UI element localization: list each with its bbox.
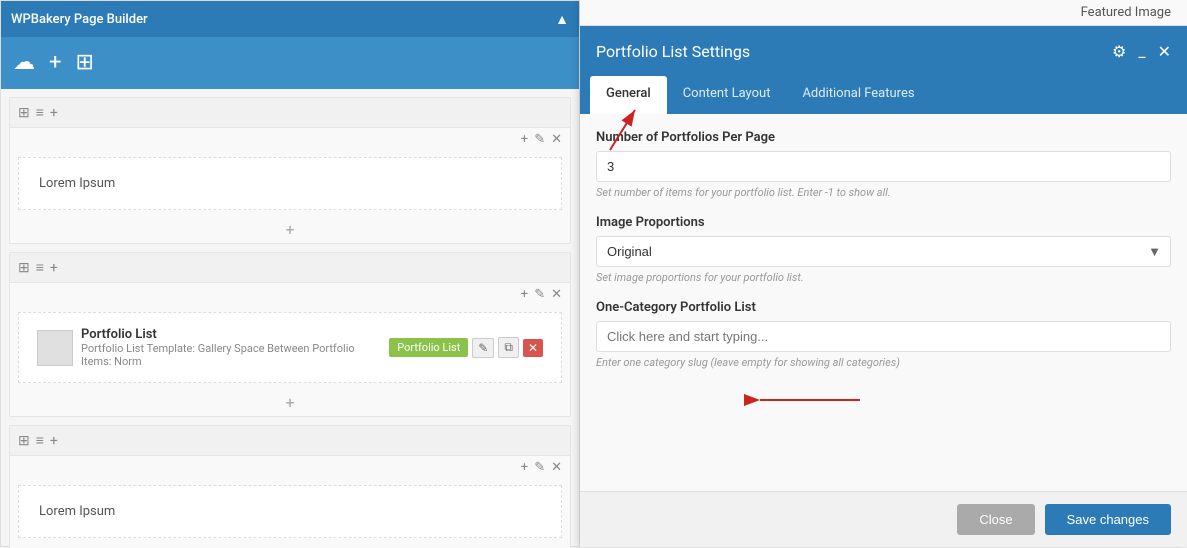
featured-image-label: Featured Image — [1081, 5, 1171, 20]
settings-title: Portfolio List Settings — [596, 42, 750, 61]
image-proportions-select[interactable]: Original Square 4:3 16:9 — [596, 236, 1171, 267]
row-3-add-btn[interactable]: + — [521, 460, 528, 475]
featured-image-area: Featured Image — [580, 0, 1187, 26]
row-add-icon[interactable]: + — [50, 105, 58, 121]
wpb-collapse-btn[interactable]: ▲ — [555, 11, 569, 28]
save-changes-button[interactable]: Save changes — [1045, 504, 1171, 535]
portfolio-badge-area: Portfolio List ✎ ⧉ ✕ — [389, 337, 543, 358]
portfolio-list-row: Portfolio List Portfolio List Template: … — [29, 321, 551, 374]
add-element-icon[interactable]: + — [49, 52, 61, 74]
close-button[interactable]: Close — [957, 504, 1034, 535]
settings-tabs: General Content Layout Additional Featur… — [580, 76, 1187, 114]
row-3-edit-btn[interactable]: ✎ — [534, 460, 545, 475]
tab-content-layout[interactable]: Content Layout — [667, 76, 787, 114]
row-2-column: Portfolio List Portfolio List Template: … — [18, 312, 562, 383]
wpb-content: ⊞ ≡ + + ✎ ✕ Lorem Ipsum + ⊞ ≡ + + — [1, 89, 579, 548]
settings-minimize-btn[interactable]: _ — [1138, 42, 1145, 61]
row-1-actions: + ✎ ✕ — [10, 128, 570, 151]
portfolio-badge: Portfolio List — [389, 338, 468, 357]
portfolio-info: Portfolio List Portfolio List Template: … — [81, 327, 381, 368]
field-group-one-category: One-Category Portfolio List Enter one ca… — [596, 300, 1171, 369]
tab-general[interactable]: General — [590, 76, 667, 114]
row3-menu-icon[interactable]: ≡ — [36, 432, 44, 449]
portfolio-edit-btn[interactable]: ✎ — [472, 338, 494, 358]
wpbakery-panel: WPBakery Page Builder ▲ ☁ + ⊞ ⊞ ≡ + + ✎ … — [0, 0, 580, 547]
settings-body: Number of Portfolios Per Page Set number… — [580, 114, 1187, 491]
settings-gear-icon[interactable]: ⚙ — [1112, 42, 1126, 61]
portfolios-per-page-label: Number of Portfolios Per Page — [596, 130, 1171, 145]
row3-add-icon[interactable]: + — [50, 433, 58, 449]
row-menu-icon[interactable]: ≡ — [36, 104, 44, 121]
row-3-add-bottom[interactable]: + — [10, 544, 570, 548]
one-category-input[interactable] — [596, 321, 1171, 352]
portfolio-copy-btn[interactable]: ⧉ — [498, 337, 519, 358]
portfolio-name: Portfolio List — [81, 327, 381, 342]
row-header-3: ⊞ ≡ + — [10, 426, 570, 456]
row-1-add-btn[interactable]: + — [521, 132, 528, 147]
portfolio-delete-btn[interactable]: ✕ — [523, 339, 543, 357]
row-header-2: ⊞ ≡ + — [10, 253, 570, 283]
row-1-edit-btn[interactable]: ✎ — [534, 132, 545, 147]
row-2-add-btn[interactable]: + — [521, 287, 528, 302]
settings-panel: Featured Image Portfolio List Settings ⚙… — [580, 0, 1187, 547]
portfolio-thumbnail — [37, 330, 73, 366]
row-section-3: ⊞ ≡ + + ✎ ✕ Lorem Ipsum + — [9, 425, 571, 548]
settings-header: Portfolio List Settings ⚙ _ ✕ — [580, 26, 1187, 76]
image-proportions-label: Image Proportions — [596, 215, 1171, 230]
row-2-actions: + ✎ ✕ — [10, 283, 570, 306]
grid-icon[interactable]: ⊞ — [75, 52, 93, 74]
portfolio-badge-label: Portfolio List — [397, 341, 460, 354]
portfolios-per-page-input[interactable] — [596, 151, 1171, 182]
row-3-delete-btn[interactable]: ✕ — [551, 460, 562, 475]
wpb-title: WPBakery Page Builder — [11, 12, 148, 27]
settings-header-buttons: ⚙ _ ✕ — [1112, 42, 1171, 61]
wpb-toolbar: ☁ + ⊞ — [1, 37, 579, 89]
cloud-icon[interactable]: ☁ — [13, 52, 35, 74]
wpb-header: WPBakery Page Builder ▲ — [1, 1, 579, 37]
row-3-lorem: Lorem Ipsum — [29, 494, 551, 529]
portfolios-per-page-hint: Set number of items for your portfolio l… — [596, 186, 1171, 199]
row-drag-icon[interactable]: ⊞ — [18, 105, 30, 121]
image-proportions-hint: Set image proportions for your portfolio… — [596, 271, 1171, 284]
row-section-1: ⊞ ≡ + + ✎ ✕ Lorem Ipsum + — [9, 97, 571, 244]
row-3-actions: + ✎ ✕ — [10, 456, 570, 479]
row-3-column: Lorem Ipsum — [18, 485, 562, 538]
field-group-portfolios-per-page: Number of Portfolios Per Page Set number… — [596, 130, 1171, 199]
row2-add-icon[interactable]: + — [50, 260, 58, 276]
row-header-1: ⊞ ≡ + — [10, 98, 570, 128]
row3-drag-icon[interactable]: ⊞ — [18, 433, 30, 449]
row-section-2: ⊞ ≡ + + ✎ ✕ Portfolio List Portfolio Lis… — [9, 252, 571, 417]
row2-drag-icon[interactable]: ⊞ — [18, 260, 30, 276]
field-group-image-proportions: Image Proportions Original Square 4:3 16… — [596, 215, 1171, 284]
settings-footer: Close Save changes — [580, 491, 1187, 547]
row-1-add-bottom[interactable]: + — [10, 216, 570, 243]
one-category-hint: Enter one category slug (leave empty for… — [596, 356, 1171, 369]
row-2-edit-btn[interactable]: ✎ — [534, 287, 545, 302]
row-1-column: Lorem Ipsum — [18, 157, 562, 210]
one-category-label: One-Category Portfolio List — [596, 300, 1171, 315]
portfolio-desc: Portfolio List Template: Gallery Space B… — [81, 342, 381, 368]
tab-additional-features[interactable]: Additional Features — [786, 76, 930, 114]
row-2-delete-btn[interactable]: ✕ — [551, 287, 562, 302]
row-2-add-bottom[interactable]: + — [10, 389, 570, 416]
settings-close-btn[interactable]: ✕ — [1158, 42, 1171, 61]
row-1-lorem: Lorem Ipsum — [29, 166, 551, 201]
image-proportions-wrapper: Original Square 4:3 16:9 ▼ — [596, 236, 1171, 267]
row-1-delete-btn[interactable]: ✕ — [551, 132, 562, 147]
row2-menu-icon[interactable]: ≡ — [36, 259, 44, 276]
